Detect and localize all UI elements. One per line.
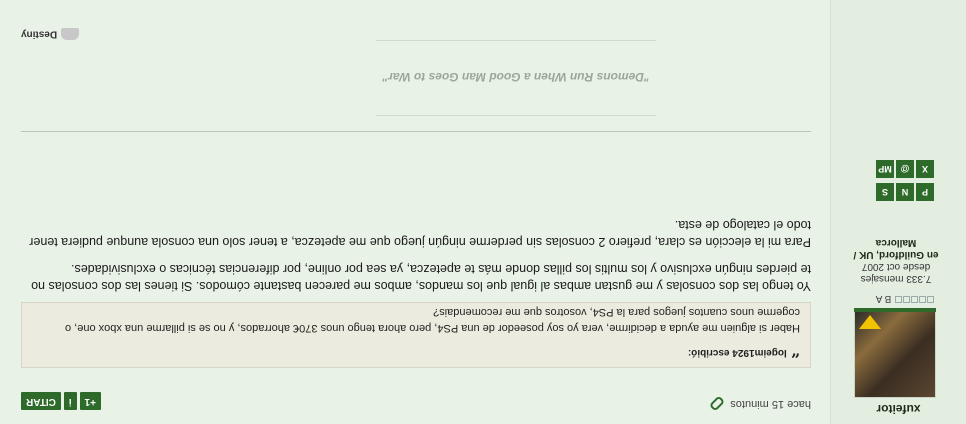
post-time[interactable]: hace 15 minutos <box>709 395 811 413</box>
quote-author[interactable]: “logeim1924 escribió: <box>32 342 800 361</box>
location-line2: Mallorca <box>875 237 917 248</box>
post-actions: +1iCITAR <box>21 392 104 412</box>
rank-row: B A <box>876 293 934 304</box>
avatar[interactable] <box>854 310 936 398</box>
post-body: Yo tengo las dos consolas y me gustan am… <box>21 206 811 294</box>
origin-icon[interactable]: @ <box>896 160 914 178</box>
xbox-icon[interactable]: X <box>916 160 934 178</box>
post-paragraph: Para mi la elección es clara, prefiero 2… <box>29 218 811 249</box>
location-line1: en Guildford, UK / <box>853 249 939 260</box>
mp-icon[interactable]: MP <box>876 160 894 178</box>
platform-icons: PNS X@MP <box>854 156 934 202</box>
info-button[interactable]: i <box>63 392 77 410</box>
post-time-text: hace 15 minutos <box>730 398 811 410</box>
join-date: desde oct 2007 <box>861 261 931 272</box>
quote-button[interactable]: CITAR <box>21 392 61 410</box>
user-column: xufeitor B A 7.333 mensajes desde oct 20… <box>830 0 966 424</box>
quote-mark-icon: “ <box>790 342 800 361</box>
quote-block: “logeim1924 escribió: Haber si alguien m… <box>21 302 811 368</box>
username[interactable]: xufeitor <box>831 402 966 416</box>
post-paragraph: Yo tengo las dos consolas y me gustan am… <box>31 262 811 293</box>
destiny-emblem-icon <box>859 315 881 329</box>
destiny-label: Destiny <box>21 28 58 40</box>
signature-separator <box>21 131 811 132</box>
post-header: +1iCITAR hace 15 minutos <box>21 390 811 414</box>
signature-line-top <box>376 115 656 116</box>
plus-one-button[interactable]: +1 <box>79 392 101 410</box>
destiny-signature[interactable]: Destiny <box>21 28 80 40</box>
psn-icon[interactable]: P <box>916 183 934 201</box>
quote-text: Haber si alguien me ayuda a decidirme, v… <box>64 306 800 334</box>
destiny-logo-icon <box>61 28 80 40</box>
signature-text: "Demons Run When a Good Man Goes to War" <box>382 70 650 84</box>
post-count[interactable]: 7.333 mensajes <box>846 272 946 284</box>
post: +1iCITAR hace 15 minutos “logeim1924 esc… <box>21 0 811 424</box>
user-info: 7.333 mensajes desde oct 2007 en Guildfo… <box>846 236 946 284</box>
nintendo-icon[interactable]: N <box>896 183 914 201</box>
karma-bar <box>854 308 936 312</box>
rank-label: B A <box>875 293 892 304</box>
quote-author-text: logeim1924 escribió: <box>687 347 787 358</box>
signature-line-bottom <box>376 40 656 41</box>
permalink-icon[interactable] <box>709 395 726 413</box>
steam-icon[interactable]: S <box>876 183 894 201</box>
